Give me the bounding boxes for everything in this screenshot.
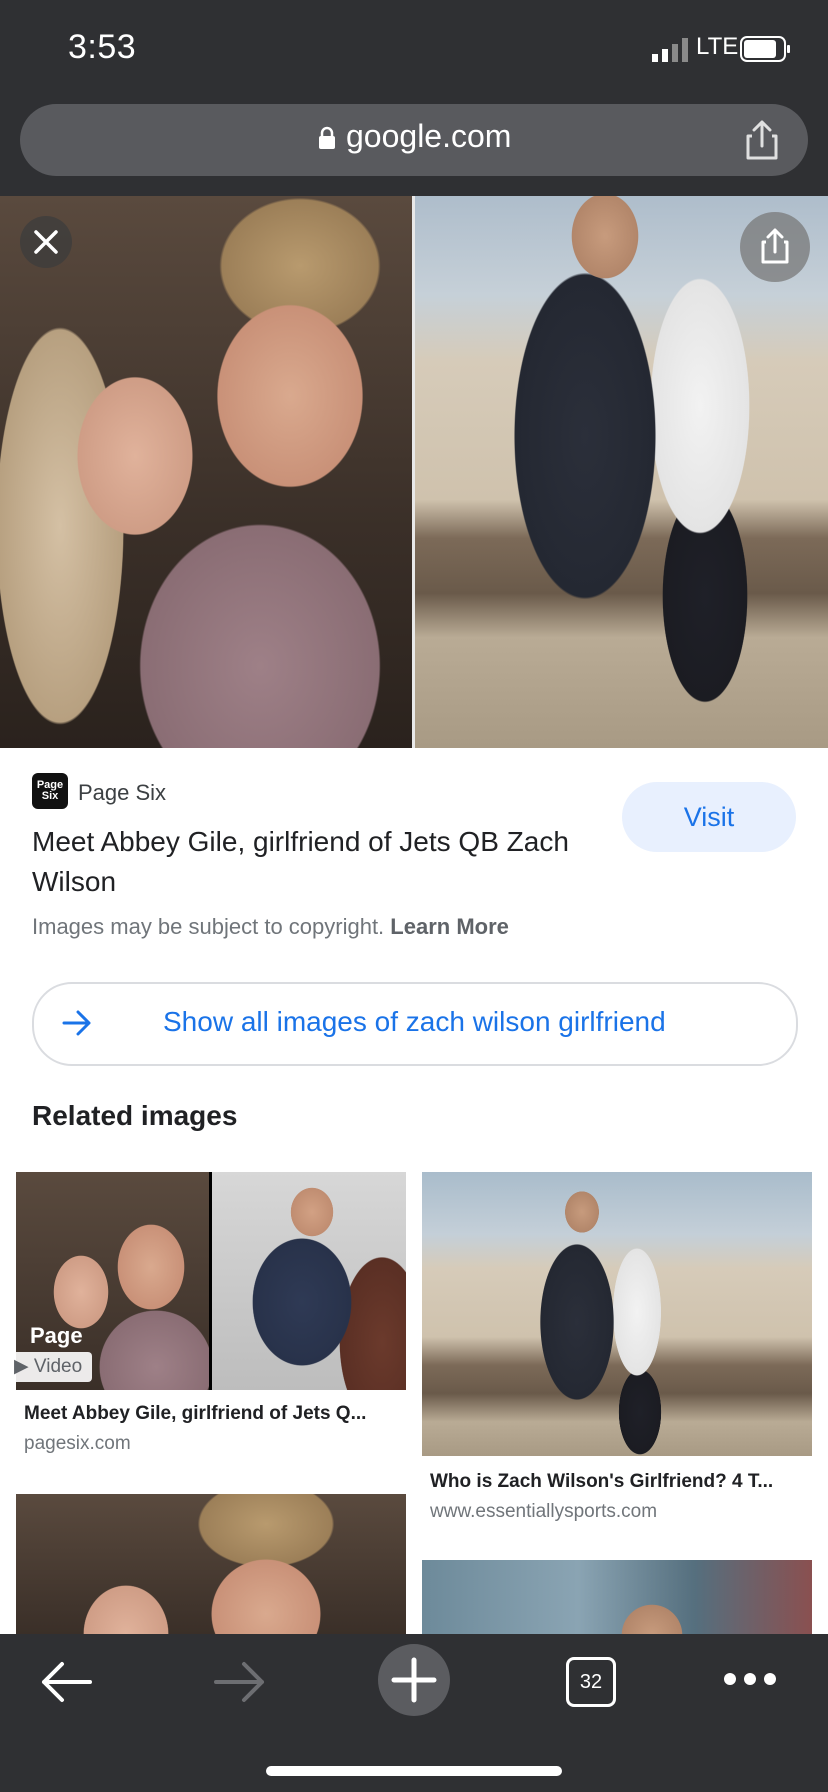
source-name: Page Six [78,780,167,805]
back-arrow-icon[interactable] [38,1660,94,1704]
video-badge: ▶ Video [4,1352,93,1382]
watermark-text: Page [30,1323,83,1348]
more-dots-icon[interactable] [722,1668,778,1690]
new-tab-button[interactable] [378,1644,450,1716]
preview-photo-left [0,196,412,748]
related-image-1-photo-b [212,1172,406,1390]
image-preview[interactable] [0,196,828,748]
related-image-1-source: pagesix.com [24,1433,131,1454]
related-image-4[interactable] [422,1560,812,1634]
battery-icon [740,36,790,62]
play-icon: ▶ [14,1356,29,1377]
close-icon [34,230,58,254]
url-text: google.com [346,118,512,154]
signal-icon [652,38,688,62]
learn-more-link[interactable]: Learn More [390,914,509,939]
share-icon[interactable] [744,118,780,162]
tab-switcher-button[interactable]: 32 [566,1657,616,1707]
network-label: LTE [696,33,739,60]
share-icon [761,228,789,264]
related-image-2[interactable] [422,1172,812,1456]
visit-button[interactable]: Visit [622,782,796,852]
arrow-right-icon [62,1010,91,1036]
related-images-heading: Related images [32,1100,238,1131]
lock-icon [319,126,335,149]
related-image-2-source: www.essentiallysports.com [430,1501,658,1522]
share-image-button[interactable] [740,212,810,282]
close-preview-button[interactable] [20,216,72,268]
related-image-2-title[interactable]: Who is Zach Wilson's Girlfriend? 4 T... [430,1471,802,1493]
copyright-notice: Images may be subject to copyright. Lear… [32,914,509,940]
related-image-1-title[interactable]: Meet Abbey Gile, girlfriend of Jets Q... [24,1403,404,1425]
related-image-3[interactable] [16,1494,406,1634]
home-indicator[interactable] [266,1766,562,1776]
forward-arrow-icon[interactable] [212,1660,268,1704]
video-badge-label: Video [33,1356,83,1377]
source-logo: Page Six [32,773,68,809]
show-all-images-label: Show all images of zach wilson girlfrien… [163,1006,666,1037]
plus-icon [391,1657,437,1703]
status-time: 3:53 [68,28,137,66]
result-title[interactable]: Meet Abbey Gile, girlfriend of Jets QB Z… [32,822,612,902]
copyright-text: Images may be subject to copyright. [32,914,385,939]
